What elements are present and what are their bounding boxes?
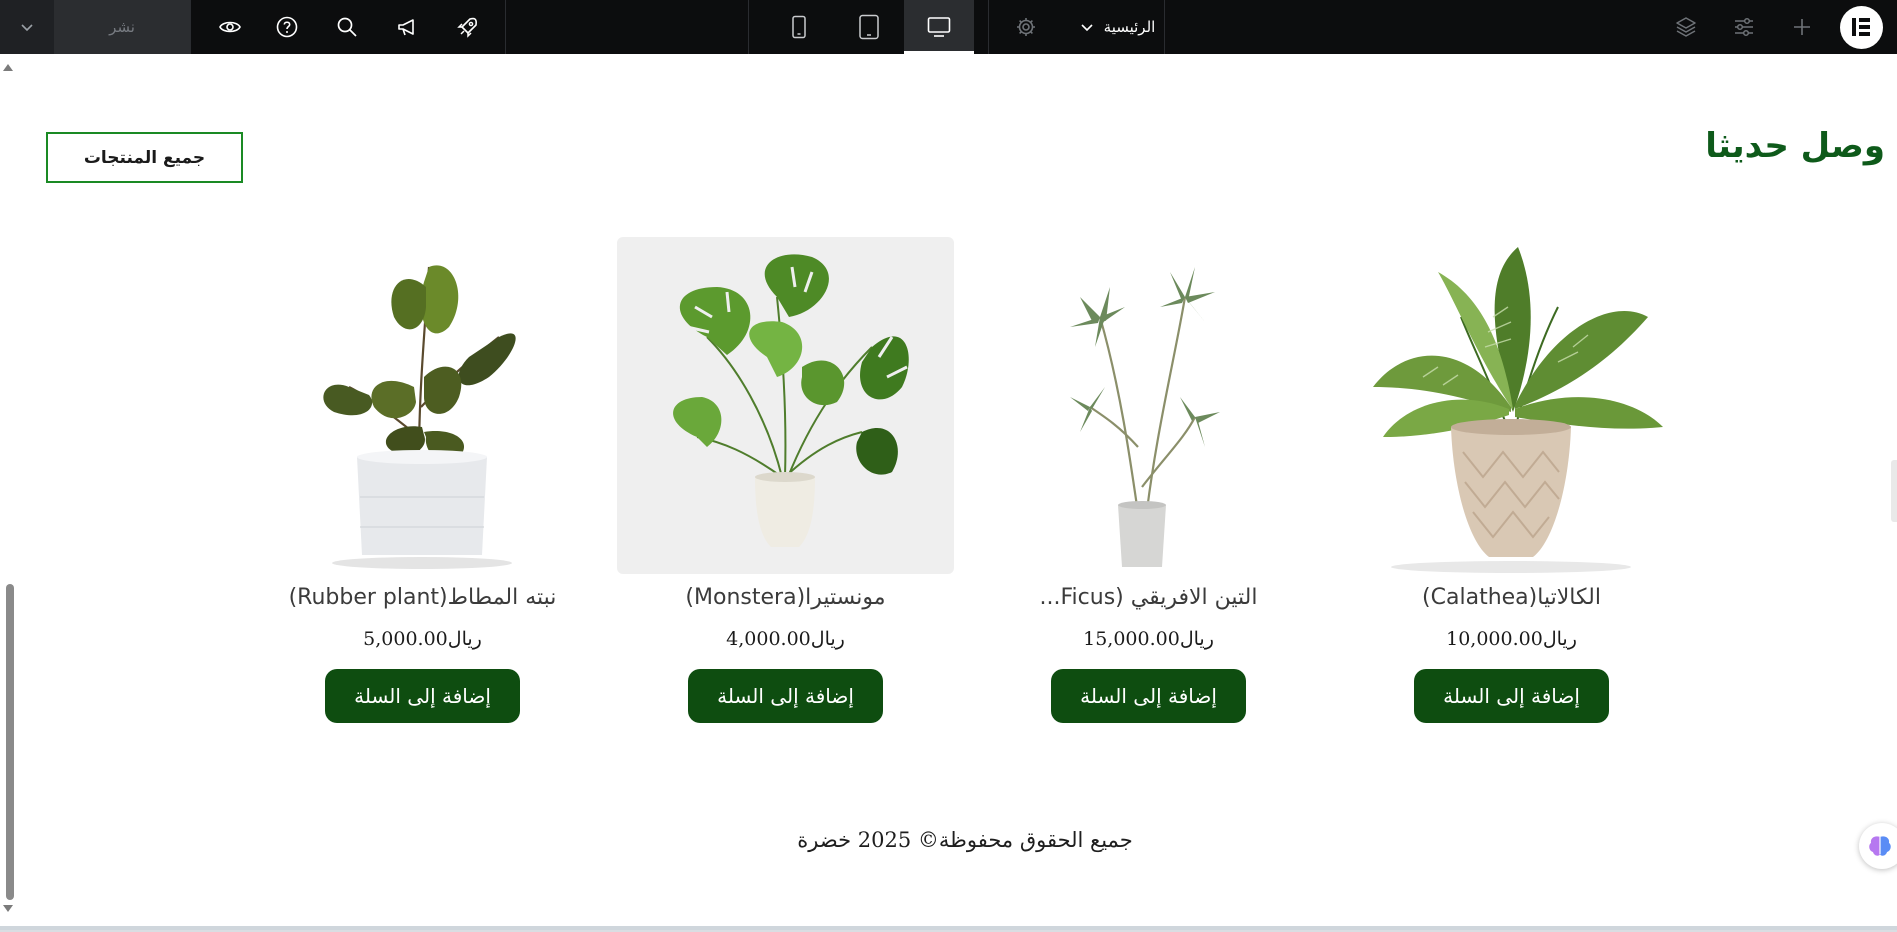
product-price: 5,000.00ريال bbox=[363, 628, 482, 650]
search-icon bbox=[337, 17, 357, 37]
page-settings-button[interactable] bbox=[1000, 0, 1052, 54]
structure-button[interactable] bbox=[1660, 0, 1712, 54]
product-price: 4,000.00ريال bbox=[726, 628, 845, 650]
page-selector[interactable]: الرئيسية bbox=[1060, 0, 1175, 54]
launchpad-button[interactable] bbox=[443, 0, 493, 54]
add-to-cart-button[interactable]: إضافة إلى السلة bbox=[1414, 669, 1609, 723]
product-price: 10,000.00ريال bbox=[1446, 628, 1577, 650]
page-selector-label: الرئيسية bbox=[1103, 18, 1156, 36]
search-button[interactable] bbox=[322, 0, 372, 54]
preview-button[interactable] bbox=[205, 0, 255, 54]
elementor-logo bbox=[1839, 5, 1883, 49]
add-to-cart-button[interactable]: إضافة إلى السلة bbox=[688, 669, 883, 723]
mobile-view-button[interactable] bbox=[764, 0, 834, 54]
gear-icon bbox=[1017, 18, 1035, 36]
desktop-view-button[interactable] bbox=[904, 0, 974, 54]
product-card: نبته المطاط(Rubber plant) 5,000.00ريال إ… bbox=[254, 237, 591, 723]
vertical-scrollbar[interactable] bbox=[0, 54, 16, 930]
plus-icon bbox=[1794, 19, 1810, 35]
product-card: الكالاتيا(Calathea) 10,000.00ريال إضافة … bbox=[1343, 237, 1680, 723]
publish-options-button[interactable] bbox=[0, 0, 55, 54]
tablet-icon bbox=[859, 14, 879, 40]
chevron-down-icon bbox=[21, 24, 33, 32]
product-card: التين الافريقي (Ficus... 15,000.00ريال إ… bbox=[980, 237, 1317, 723]
add-element-button[interactable] bbox=[1776, 0, 1828, 54]
product-image[interactable] bbox=[1343, 237, 1680, 574]
product-name[interactable]: التين الافريقي (Ficus... bbox=[940, 585, 1357, 610]
tablet-view-button[interactable] bbox=[834, 0, 904, 54]
add-to-cart-button[interactable]: إضافة إلى السلة bbox=[1051, 669, 1246, 723]
editor-top-bar: نشر الرئيسية bbox=[0, 0, 1897, 54]
publish-button[interactable]: نشر bbox=[54, 0, 190, 54]
help-icon bbox=[276, 16, 298, 38]
scrollbar-thumb[interactable] bbox=[6, 584, 14, 900]
scroll-up-arrow[interactable] bbox=[3, 64, 13, 71]
product-image[interactable] bbox=[254, 237, 591, 574]
desktop-icon bbox=[927, 17, 951, 37]
help-button[interactable] bbox=[262, 0, 312, 54]
layers-icon bbox=[1676, 17, 1696, 37]
product-price: 15,000.00ريال bbox=[1083, 628, 1214, 650]
product-name[interactable]: مونستيرا(Monstera) bbox=[577, 585, 994, 610]
section-title: وصل حديثا bbox=[1705, 126, 1885, 166]
product-image[interactable] bbox=[980, 237, 1317, 574]
elementor-menu-button[interactable] bbox=[1835, 0, 1887, 54]
sliders-icon bbox=[1735, 17, 1753, 37]
megaphone-icon bbox=[398, 19, 414, 36]
canvas-bottom-border bbox=[0, 926, 1897, 930]
add-to-cart-button[interactable]: إضافة إلى السلة bbox=[325, 669, 520, 723]
product-card: مونستيرا(Monstera) 4,000.00ريال إضافة إل… bbox=[617, 237, 954, 723]
site-settings-button[interactable] bbox=[1718, 0, 1770, 54]
footer-copyright: جميع الحقوق محفوظة© 2025 خضرة bbox=[797, 828, 1133, 852]
eye-icon bbox=[219, 21, 241, 33]
scroll-down-arrow[interactable] bbox=[3, 905, 13, 912]
whats-new-button[interactable] bbox=[383, 0, 433, 54]
brain-icon bbox=[1869, 836, 1891, 856]
product-image[interactable] bbox=[617, 237, 954, 574]
product-name[interactable]: الكالاتيا(Calathea) bbox=[1303, 585, 1720, 610]
all-products-button[interactable]: جميع المنتجات bbox=[46, 132, 243, 183]
chevron-down-icon bbox=[1081, 24, 1093, 32]
preview-canvas: وصل حديثا جميع المنتجات الكالاتيا(Calath… bbox=[0, 54, 1897, 930]
mobile-icon bbox=[792, 15, 806, 39]
ai-assistant-button[interactable] bbox=[1859, 823, 1897, 869]
rocket-icon bbox=[457, 17, 477, 38]
side-panel-handle[interactable] bbox=[1891, 460, 1897, 522]
product-name[interactable]: نبته المطاط(Rubber plant) bbox=[214, 585, 631, 610]
